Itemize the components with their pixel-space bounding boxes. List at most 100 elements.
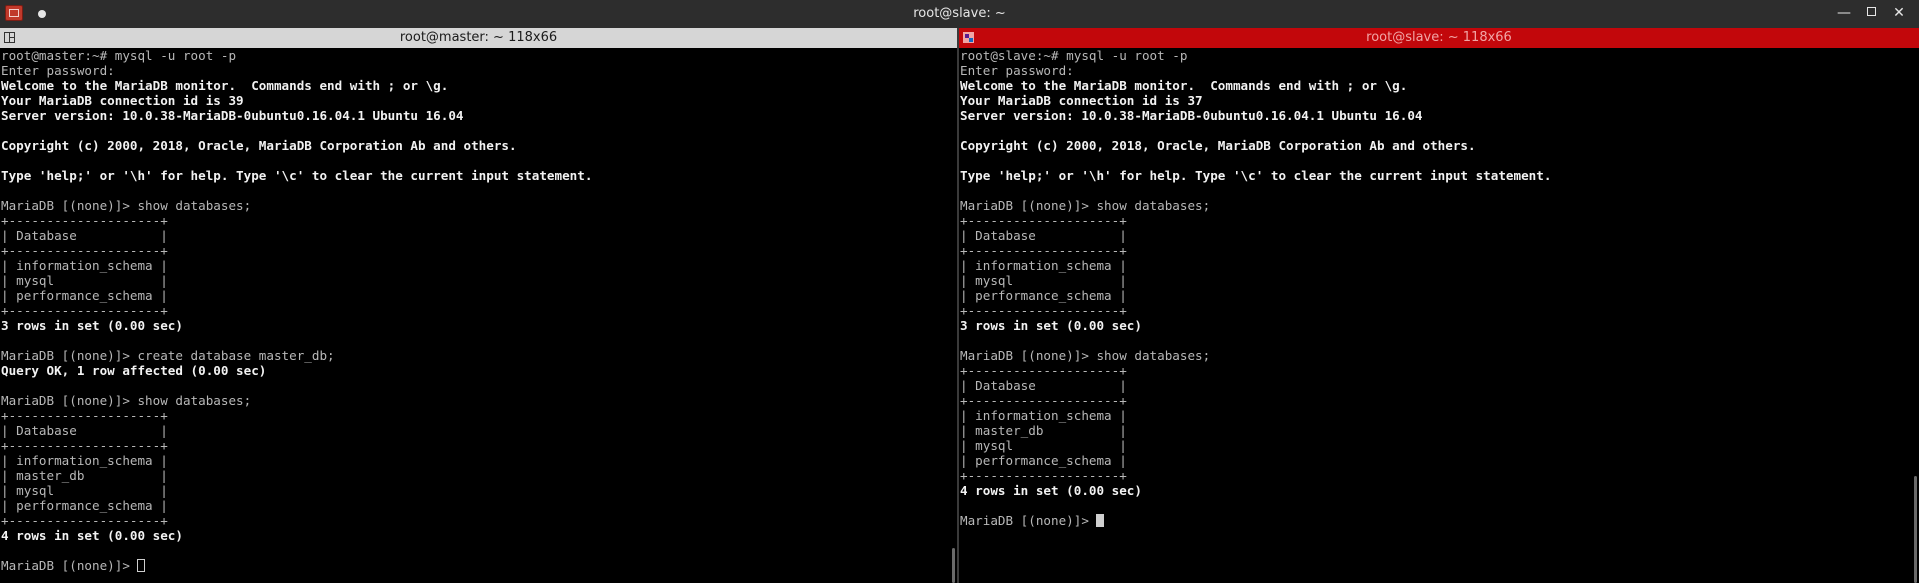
terminal-line: MariaDB [(none)]> show databases; xyxy=(960,348,1911,363)
pane-title: root@master: ~ 118x66 xyxy=(399,30,558,45)
terminal-line: 3 rows in set (0.00 sec) xyxy=(1,318,949,333)
terminal-line: Welcome to the MariaDB monitor. Commands… xyxy=(1,78,949,93)
pane-header-slave[interactable]: root@slave: ~ 118x66 xyxy=(959,28,1919,48)
terminal-line: 4 rows in set (0.00 sec) xyxy=(960,483,1911,498)
terminal-line: Copyright (c) 2000, 2018, Oracle, MariaD… xyxy=(1,138,949,153)
terminal-line: Welcome to the MariaDB monitor. Commands… xyxy=(960,78,1911,93)
scrollbar-thumb[interactable] xyxy=(1914,476,1917,583)
terminal-line-text: | Database | xyxy=(1,423,168,438)
terminal-line-text: | Database | xyxy=(1,228,168,243)
terminal-pane-master[interactable]: root@master: ~ 118x66 root@master:~# mys… xyxy=(0,28,957,583)
terminal-line-text: +--------------------+ xyxy=(1,513,168,528)
maximize-icon xyxy=(1866,7,1876,16)
terminal-line: | performance_schema | xyxy=(1,288,949,303)
terminal-line-text: Server version: 10.0.38-MariaDB-0ubuntu0… xyxy=(1,108,464,123)
terminal-line-text: +--------------------+ xyxy=(1,243,168,258)
scrollbar-thumb[interactable] xyxy=(952,548,955,583)
terminal-line: root@slave:~# mysql -u root -p xyxy=(960,48,1911,63)
terminal-line-text: | Database | xyxy=(960,228,1127,243)
terminal-line-text: Query OK, 1 row affected (0.00 sec) xyxy=(1,363,267,378)
terminal-output[interactable]: root@master:~# mysql -u root -p Enter pas… xyxy=(1,48,949,583)
window-titlebar[interactable]: root@slave: ~ — ✕ xyxy=(0,0,1919,28)
terminal-line: root@master:~# mysql -u root -p xyxy=(1,48,949,63)
terminal-line-text: MariaDB [(none)]> show databases; xyxy=(1,393,252,408)
terminal-line-text: +--------------------+ xyxy=(1,303,168,318)
terminal-line-text: | information_schema | xyxy=(960,408,1127,423)
terminal-line-text: | master_db | xyxy=(960,423,1127,438)
terminal-line: Copyright (c) 2000, 2018, Oracle, MariaD… xyxy=(960,138,1911,153)
text-cursor xyxy=(137,559,146,572)
close-button[interactable]: ✕ xyxy=(1889,3,1909,23)
terminal-line-text: root@master:~# mysql -u root -p xyxy=(1,48,237,63)
terminal-line: | performance_schema | xyxy=(960,453,1911,468)
terminal-line-text: Copyright (c) 2000, 2018, Oracle, MariaD… xyxy=(960,138,1476,153)
terminal-line-text: root@slave:~# mysql -u root -p xyxy=(960,48,1188,63)
terminal-line: +--------------------+ xyxy=(960,363,1911,378)
terminal-line: Enter password: xyxy=(960,63,1911,78)
terminal-line-text: | performance_schema | xyxy=(1,498,168,513)
split-view-icon[interactable] xyxy=(963,32,974,43)
terminal-pane-slave[interactable]: root@slave: ~ 118x66 root@slave:~# mysql… xyxy=(959,28,1919,583)
terminal-line: MariaDB [(none)]> create database master… xyxy=(1,348,949,363)
terminal-line-text: Welcome to the MariaDB monitor. Commands… xyxy=(960,78,1408,93)
terminal-line: Type 'help;' or '\h' for help. Type '\c'… xyxy=(960,168,1911,183)
terminal-line: | master_db | xyxy=(960,423,1911,438)
terminal-line: +--------------------+ xyxy=(1,438,949,453)
terminal-line: | Database | xyxy=(1,228,949,243)
terminal-line-text: | information_schema | xyxy=(1,453,168,468)
terminal-line: MariaDB [(none)]> show databases; xyxy=(1,198,949,213)
minimize-button[interactable]: — xyxy=(1834,3,1854,23)
terminal-line-text: | information_schema | xyxy=(960,258,1127,273)
terminal-line: | information_schema | xyxy=(1,258,949,273)
terminal-line: | mysql | xyxy=(1,483,949,498)
terminal-line: | information_schema | xyxy=(960,408,1911,423)
terminal-line: +--------------------+ xyxy=(960,213,1911,228)
terminal-line: | Database | xyxy=(1,423,949,438)
terminal-line-text: Enter password: xyxy=(960,63,1074,78)
text-cursor xyxy=(1096,514,1105,527)
terminal-line-text: +--------------------+ xyxy=(960,213,1127,228)
terminal-line: | mysql | xyxy=(960,273,1911,288)
terminal-line: MariaDB [(none)]> show databases; xyxy=(960,198,1911,213)
terminal-line-text: +--------------------+ xyxy=(1,438,168,453)
terminal-line-text: +--------------------+ xyxy=(960,363,1127,378)
terminal-line-text: MariaDB [(none)]> show databases; xyxy=(960,198,1211,213)
terminal-window: root@slave: ~ — ✕ root@master: ~ 118x66 … xyxy=(0,0,1919,583)
pane-header-master[interactable]: root@master: ~ 118x66 xyxy=(0,28,957,48)
terminal-line: | mysql | xyxy=(1,273,949,288)
terminal-line: | information_schema | xyxy=(1,453,949,468)
pane-title: root@slave: ~ 118x66 xyxy=(1366,30,1512,45)
terminal-line-text: 4 rows in set (0.00 sec) xyxy=(1,528,183,543)
terminal-line: +--------------------+ xyxy=(1,213,949,228)
terminal-line: +--------------------+ xyxy=(1,513,949,528)
terminal-line: | performance_schema | xyxy=(960,288,1911,303)
terminal-line-text: | performance_schema | xyxy=(960,453,1127,468)
terminal-line: Query OK, 1 row affected (0.00 sec) xyxy=(1,363,949,378)
terminal-line-text: MariaDB [(none)]> create database master… xyxy=(1,348,335,363)
terminal-line: +--------------------+ xyxy=(960,393,1911,408)
maximize-button[interactable] xyxy=(1861,3,1881,23)
terminal-line-text: | mysql | xyxy=(960,438,1127,453)
split-view-icon[interactable] xyxy=(4,32,15,43)
terminal-line: | performance_schema | xyxy=(1,498,949,513)
terminal-line: 3 rows in set (0.00 sec) xyxy=(960,318,1911,333)
terminal-line-text: 3 rows in set (0.00 sec) xyxy=(1,318,183,333)
terminal-line-text: +--------------------+ xyxy=(960,468,1127,483)
terminal-output[interactable]: root@slave:~# mysql -u root -p Enter pass… xyxy=(960,48,1911,583)
terminal-line-text: +--------------------+ xyxy=(1,408,168,423)
terminal-line: | Database | xyxy=(960,228,1911,243)
terminal-line-text: | Database | xyxy=(960,378,1127,393)
terminal-line-text: | performance_schema | xyxy=(960,288,1127,303)
terminal-line: MariaDB [(none)]> show databases; xyxy=(1,393,949,408)
terminal-line-text: +--------------------+ xyxy=(960,303,1127,318)
terminal-line: +--------------------+ xyxy=(960,243,1911,258)
terminal-line-text: Welcome to the MariaDB monitor. Commands… xyxy=(1,78,449,93)
